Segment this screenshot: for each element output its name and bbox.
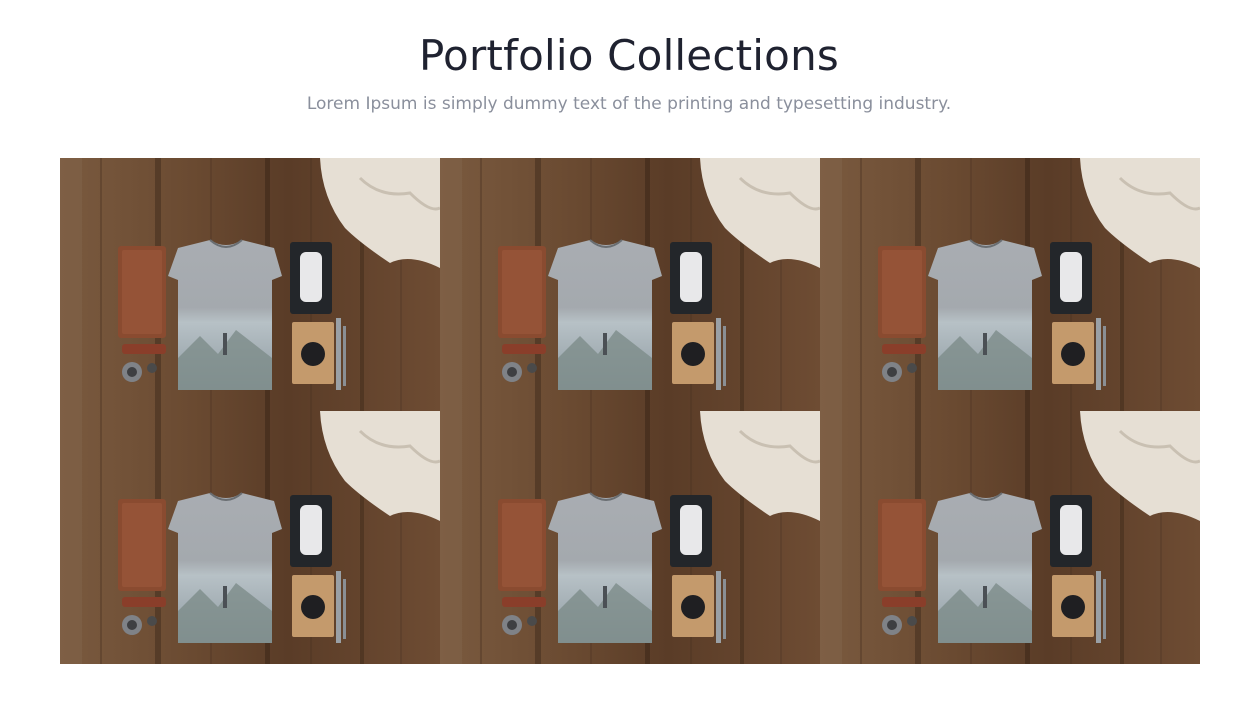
portfolio-item[interactable]: [440, 411, 820, 664]
flatlay-photo: [820, 411, 1200, 664]
portfolio-item[interactable]: [60, 158, 440, 411]
portfolio-item[interactable]: [440, 158, 820, 411]
page-subtitle: Lorem Ipsum is simply dummy text of the …: [306, 94, 952, 114]
portfolio-grid: [60, 158, 1200, 664]
portfolio-item[interactable]: [60, 411, 440, 664]
flatlay-photo: [60, 411, 440, 664]
portfolio-item[interactable]: [820, 158, 1200, 411]
flatlay-photo: [820, 158, 1200, 411]
flatlay-photo: [440, 411, 820, 664]
portfolio-section: Portfolio Collections Lorem Ipsum is sim…: [0, 0, 1258, 724]
page-title: Portfolio Collections: [419, 31, 839, 80]
portfolio-item[interactable]: [820, 411, 1200, 664]
flatlay-photo: [60, 158, 440, 411]
flatlay-photo: [440, 158, 820, 411]
